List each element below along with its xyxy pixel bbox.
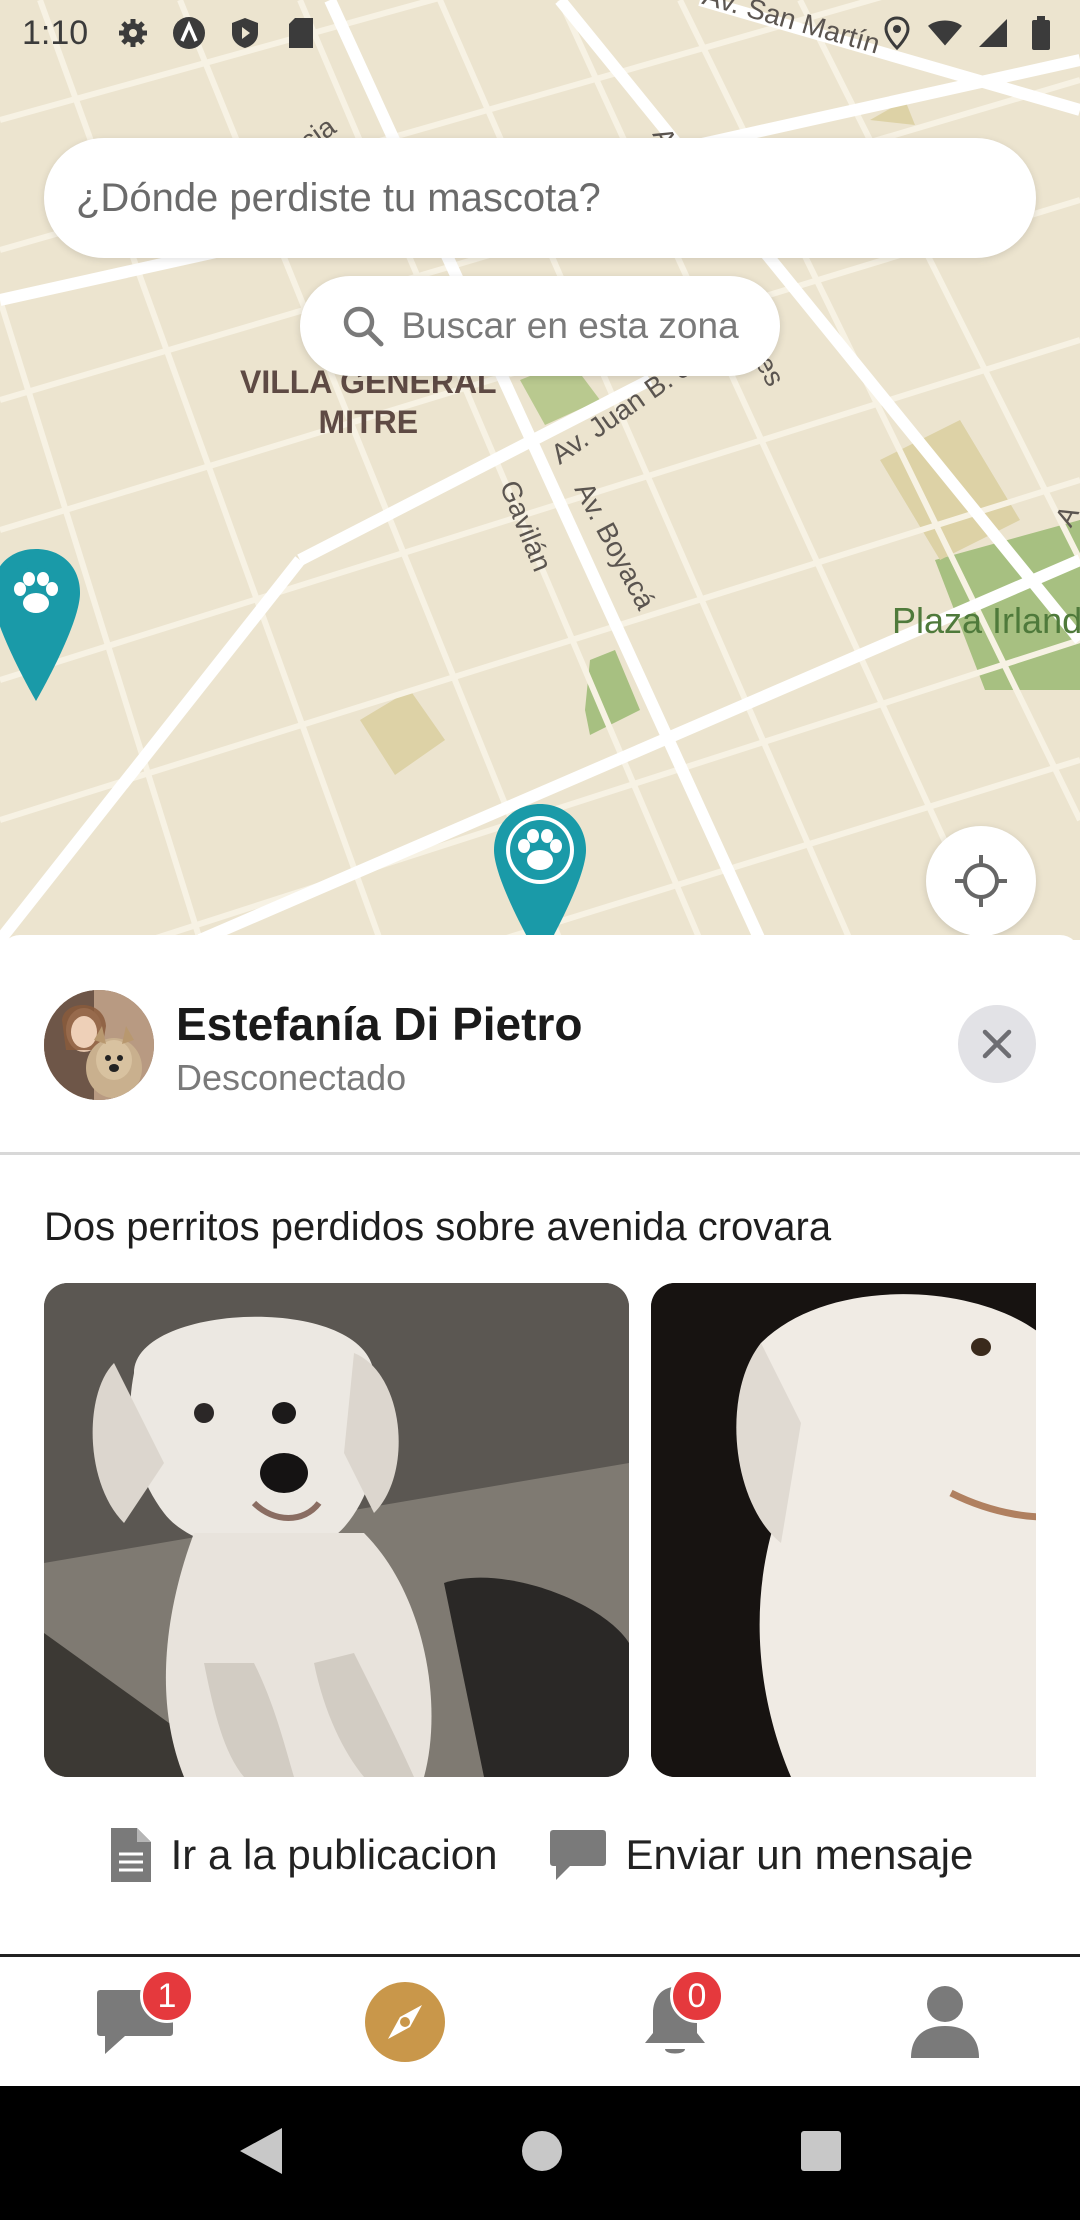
park-label: Plaza Irland bbox=[892, 600, 1080, 641]
recents-icon[interactable] bbox=[800, 2130, 842, 2177]
back-icon[interactable] bbox=[238, 2126, 284, 2181]
send-message-button[interactable]: Enviar un mensaje bbox=[548, 1828, 974, 1882]
open-post-label: Ir a la publicacion bbox=[170, 1831, 498, 1878]
close-button[interactable] bbox=[958, 1005, 1036, 1083]
pet-marker-pin[interactable] bbox=[490, 800, 590, 940]
battery-icon bbox=[1024, 16, 1058, 50]
location-icon bbox=[880, 16, 914, 50]
nav-chats[interactable]: 1 bbox=[0, 1957, 270, 2086]
send-message-label: Enviar un mensaje bbox=[625, 1831, 974, 1878]
search-icon bbox=[344, 306, 384, 347]
search-this-area-button[interactable]: Buscar en esta zona bbox=[300, 276, 780, 376]
post-preview-sheet: Estefanía Di Pietro Desconectado Dos per… bbox=[0, 935, 1080, 1955]
nav-profile[interactable] bbox=[810, 1957, 1080, 2086]
post-title: Dos perritos perdidos sobre avenida crov… bbox=[44, 1205, 832, 1249]
open-post-button[interactable]: Ir a la publicacion bbox=[107, 1826, 498, 1884]
notifications-badge: 0 bbox=[670, 1969, 724, 2023]
gear-icon bbox=[116, 16, 150, 50]
system-navigation-bar bbox=[0, 2086, 1080, 2220]
user-status: Desconectado bbox=[176, 1057, 407, 1098]
my-location-button[interactable] bbox=[926, 826, 1036, 936]
pet-photo[interactable] bbox=[44, 1283, 629, 1777]
post-actions: Ir a la publicacion Enviar un mensaje bbox=[0, 1815, 1080, 1895]
person-icon bbox=[911, 1985, 979, 2058]
search-placeholder: ¿Dónde perdiste tu mascota? bbox=[76, 175, 601, 220]
bottom-navigation: 1 0 bbox=[0, 1954, 1080, 2086]
search-input[interactable]: ¿Dónde perdiste tu mascota? bbox=[44, 138, 1036, 258]
wifi-icon bbox=[928, 16, 962, 50]
compass-icon bbox=[365, 1981, 445, 2062]
status-time: 1:10 bbox=[22, 13, 89, 52]
nav-explore[interactable] bbox=[270, 1957, 540, 2086]
photo-carousel[interactable] bbox=[44, 1283, 1036, 1777]
message-icon bbox=[549, 1830, 606, 1880]
search-this-area-label: Buscar en esta zona bbox=[401, 305, 739, 346]
pet-photo[interactable] bbox=[651, 1283, 1036, 1777]
sheet-header: Estefanía Di Pietro Desconectado bbox=[0, 935, 1080, 1155]
document-icon bbox=[110, 1828, 151, 1882]
shield-icon bbox=[228, 16, 262, 50]
status-bar: 1:10 bbox=[0, 0, 1080, 66]
signal-icon bbox=[976, 16, 1010, 50]
user-name: Estefanía Di Pietro bbox=[176, 998, 583, 1050]
pet-marker-pin[interactable] bbox=[0, 545, 84, 710]
avatar[interactable] bbox=[44, 990, 154, 1100]
sd-card-icon bbox=[284, 16, 318, 50]
chat-badge: 1 bbox=[140, 1969, 194, 2023]
crosshair-icon bbox=[955, 855, 1007, 907]
close-icon bbox=[982, 1029, 1012, 1059]
a-icon bbox=[172, 16, 206, 50]
nav-notifications[interactable]: 0 bbox=[540, 1957, 810, 2086]
home-icon[interactable] bbox=[520, 2129, 564, 2178]
